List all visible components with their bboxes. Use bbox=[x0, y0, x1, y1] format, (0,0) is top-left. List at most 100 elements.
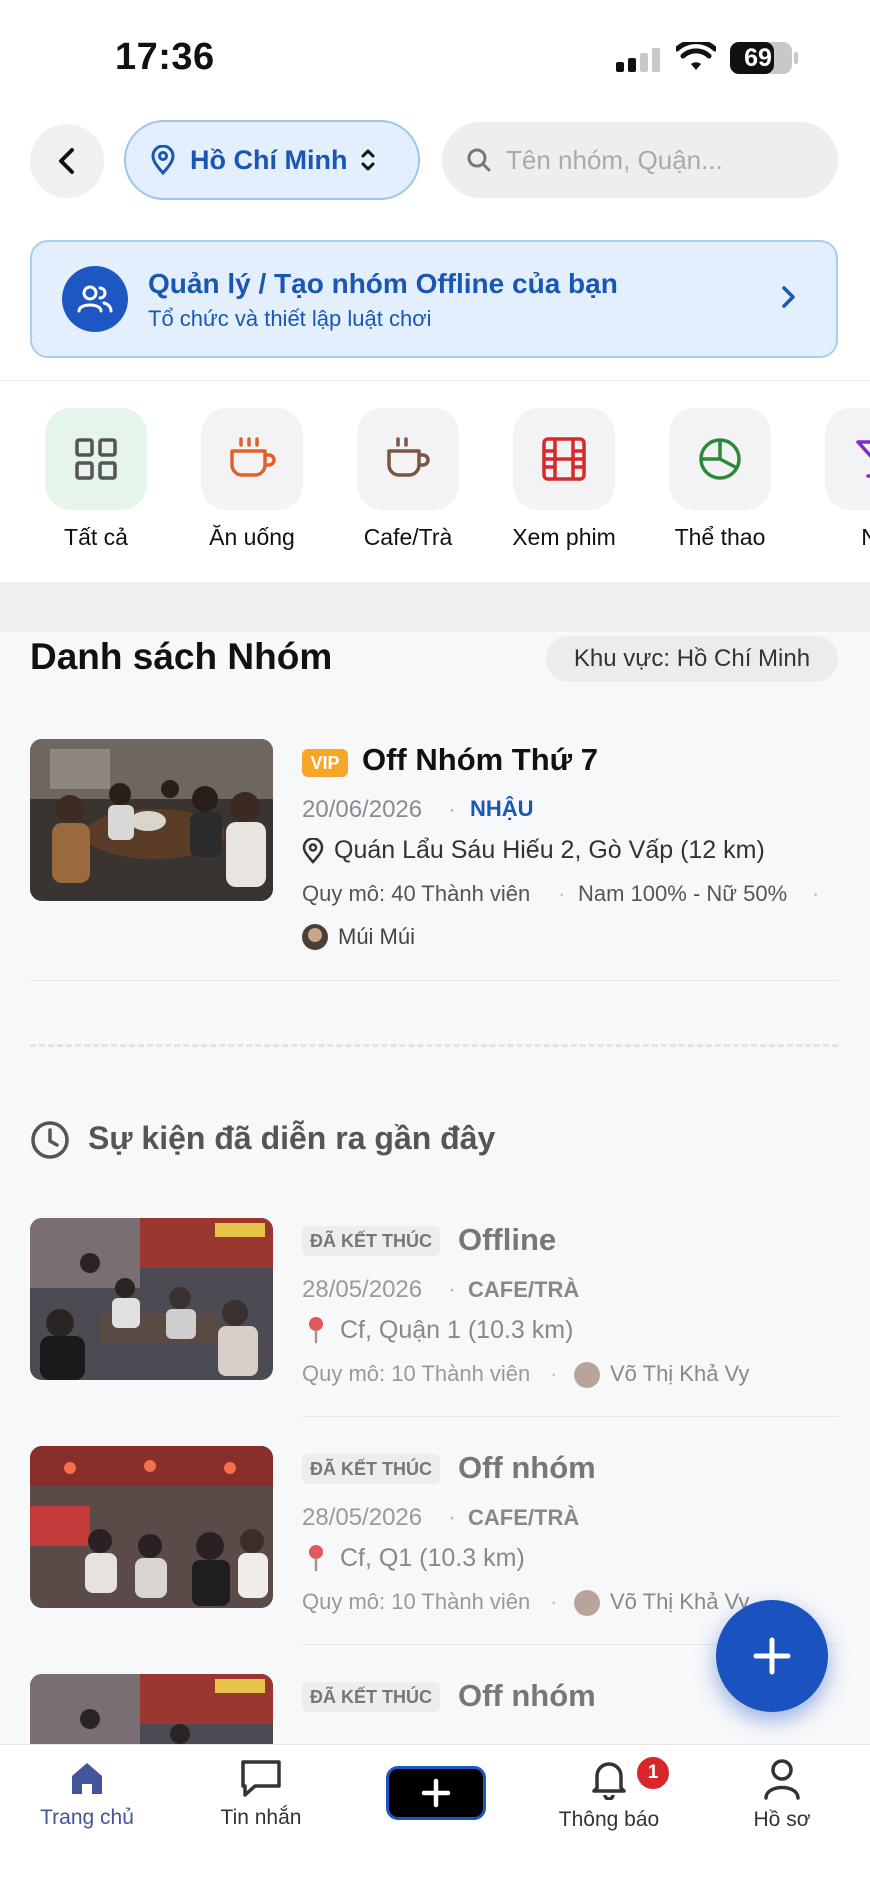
event-title: Off nhóm bbox=[458, 1678, 596, 1713]
group-gender-ratio: Nam 100% - Nữ 50% bbox=[578, 881, 788, 906]
event-scale: Quy mô: 10 Thành viên bbox=[302, 1361, 531, 1386]
event-thumbnail bbox=[30, 1674, 273, 1744]
nav-home-label: Trang chủ bbox=[40, 1806, 134, 1829]
area-filter[interactable]: Khu vực: Hồ Chí Minh bbox=[546, 636, 838, 682]
location-selector[interactable]: Hồ Chí Minh bbox=[124, 120, 420, 200]
event-thumbnail bbox=[30, 1218, 273, 1380]
user-icon bbox=[764, 1759, 800, 1800]
chat-bubble-icon bbox=[241, 1760, 281, 1797]
pushpin-icon bbox=[306, 1316, 326, 1349]
past-events-title: Sự kiện đã diễn ra gần đây bbox=[88, 1120, 496, 1156]
event-title: Offline bbox=[458, 1222, 557, 1257]
group-date: 20/06/2026 bbox=[302, 796, 423, 823]
group-host: Múi Múi bbox=[338, 924, 416, 949]
ended-badge: ĐÃ KẾT THÚC bbox=[302, 1226, 440, 1256]
group-thumbnail bbox=[30, 739, 273, 901]
coffee-icon bbox=[387, 437, 430, 477]
pushpin-icon bbox=[306, 1544, 326, 1577]
plus-icon bbox=[753, 1637, 791, 1675]
ended-badge: ĐÃ KẾT THÚC bbox=[302, 1682, 440, 1712]
grid-icon bbox=[75, 438, 117, 480]
group-list-title: Danh sách Nhóm bbox=[30, 636, 333, 677]
dashed-divider bbox=[30, 1044, 838, 1047]
avatar bbox=[302, 924, 328, 950]
chevron-up-down-icon bbox=[361, 149, 375, 171]
plus-icon bbox=[421, 1778, 451, 1808]
map-pin-icon bbox=[151, 145, 175, 175]
nav-add-button[interactable] bbox=[386, 1766, 486, 1820]
category-label: Tất cả bbox=[64, 524, 128, 550]
wifi-icon bbox=[674, 39, 718, 79]
clock-icon bbox=[30, 1120, 70, 1165]
avatar bbox=[574, 1362, 600, 1388]
dot-separator: · bbox=[550, 1589, 558, 1614]
chevron-left-icon bbox=[59, 148, 74, 174]
status-time: 17:36 bbox=[115, 36, 215, 78]
ended-badge: ĐÃ KẾT THÚC bbox=[302, 1454, 440, 1484]
event-date: 28/05/2026 bbox=[302, 1276, 423, 1303]
nav-notifications-label: Thông báo bbox=[558, 1808, 660, 1831]
category-sport[interactable] bbox=[669, 408, 773, 510]
event-location: Cf, Q1 (10.3 km) bbox=[340, 1544, 525, 1572]
location-label: Hồ Chí Minh bbox=[190, 144, 348, 175]
nav-profile[interactable]: Hồ sơ bbox=[707, 1758, 857, 1832]
category-all[interactable] bbox=[45, 408, 149, 510]
banner-title: Quản lý / Tạo nhóm Offline của bạn bbox=[148, 268, 618, 299]
vip-badge: VIP bbox=[302, 749, 348, 777]
event-thumbnail bbox=[30, 1446, 273, 1608]
film-icon bbox=[542, 437, 586, 481]
category-label: Cafe/Trà bbox=[363, 524, 453, 550]
notification-count-badge: 1 bbox=[634, 1754, 672, 1792]
battery-icon: 69 bbox=[730, 42, 798, 74]
category-drinks[interactable] bbox=[825, 408, 870, 510]
group-location: Quán Lẩu Sáu Hiếu 2, Gò Vấp (12 km) bbox=[334, 836, 765, 864]
category-movie[interactable] bbox=[513, 408, 617, 510]
home-icon bbox=[72, 1763, 102, 1794]
event-location: Cf, Quận 1 (10.3 km) bbox=[340, 1316, 574, 1344]
create-group-fab[interactable] bbox=[716, 1600, 828, 1712]
nav-messages[interactable]: Tin nhắn bbox=[186, 1758, 336, 1830]
event-title: Off nhóm bbox=[458, 1450, 596, 1485]
cellular-signal-icon bbox=[616, 46, 662, 79]
event-scale: Quy mô: 10 Thành viên bbox=[302, 1589, 531, 1614]
nav-home[interactable]: Trang chủ bbox=[12, 1758, 162, 1830]
group-scale: Quy mô: 40 Thành viên bbox=[302, 881, 531, 906]
category-food[interactable] bbox=[201, 408, 305, 510]
users-icon bbox=[62, 266, 128, 332]
dot-separator: · bbox=[448, 1504, 456, 1531]
nav-messages-label: Tin nhắn bbox=[220, 1806, 302, 1829]
banner-subtitle: Tổ chức và thiết lập luật chơi bbox=[148, 306, 432, 331]
dot-separator: · bbox=[448, 1276, 456, 1303]
dot-separator: · bbox=[558, 881, 566, 906]
divider bbox=[30, 980, 838, 981]
group-category: NHẬU bbox=[470, 796, 534, 821]
search-placeholder: Tên nhóm, Quận... bbox=[506, 144, 723, 175]
event-category: CAFE/TRÀ bbox=[468, 1277, 580, 1302]
category-cafe[interactable] bbox=[357, 408, 461, 510]
category-label: Nh bbox=[861, 524, 870, 550]
avatar bbox=[574, 1590, 600, 1616]
sport-ball-icon bbox=[699, 438, 741, 480]
category-label: Xem phim bbox=[512, 524, 616, 550]
search-icon bbox=[467, 148, 491, 172]
dot-separator: · bbox=[550, 1361, 558, 1386]
bell-icon bbox=[592, 1762, 626, 1800]
dot-separator: · bbox=[448, 796, 456, 823]
event-category: CAFE/TRÀ bbox=[468, 1505, 580, 1530]
category-label: Thể thao bbox=[674, 524, 766, 550]
divider bbox=[302, 1416, 838, 1417]
event-host: Võ Thị Khả Vy bbox=[610, 1589, 750, 1614]
back-button[interactable] bbox=[30, 124, 104, 198]
battery-level: 69 bbox=[744, 43, 772, 72]
nav-profile-label: Hồ sơ bbox=[753, 1808, 811, 1831]
category-label: Ăn uống bbox=[209, 524, 295, 550]
map-pin-icon bbox=[302, 837, 324, 869]
cup-icon bbox=[230, 437, 276, 477]
search-input[interactable]: Tên nhóm, Quận... bbox=[442, 122, 838, 198]
event-date: 28/05/2026 bbox=[302, 1504, 423, 1531]
cocktail-icon bbox=[856, 440, 870, 478]
section-divider bbox=[0, 582, 870, 632]
chevron-right-icon bbox=[780, 282, 798, 317]
event-host: Võ Thị Khả Vy bbox=[610, 1361, 750, 1386]
dot-separator: · bbox=[812, 881, 820, 906]
